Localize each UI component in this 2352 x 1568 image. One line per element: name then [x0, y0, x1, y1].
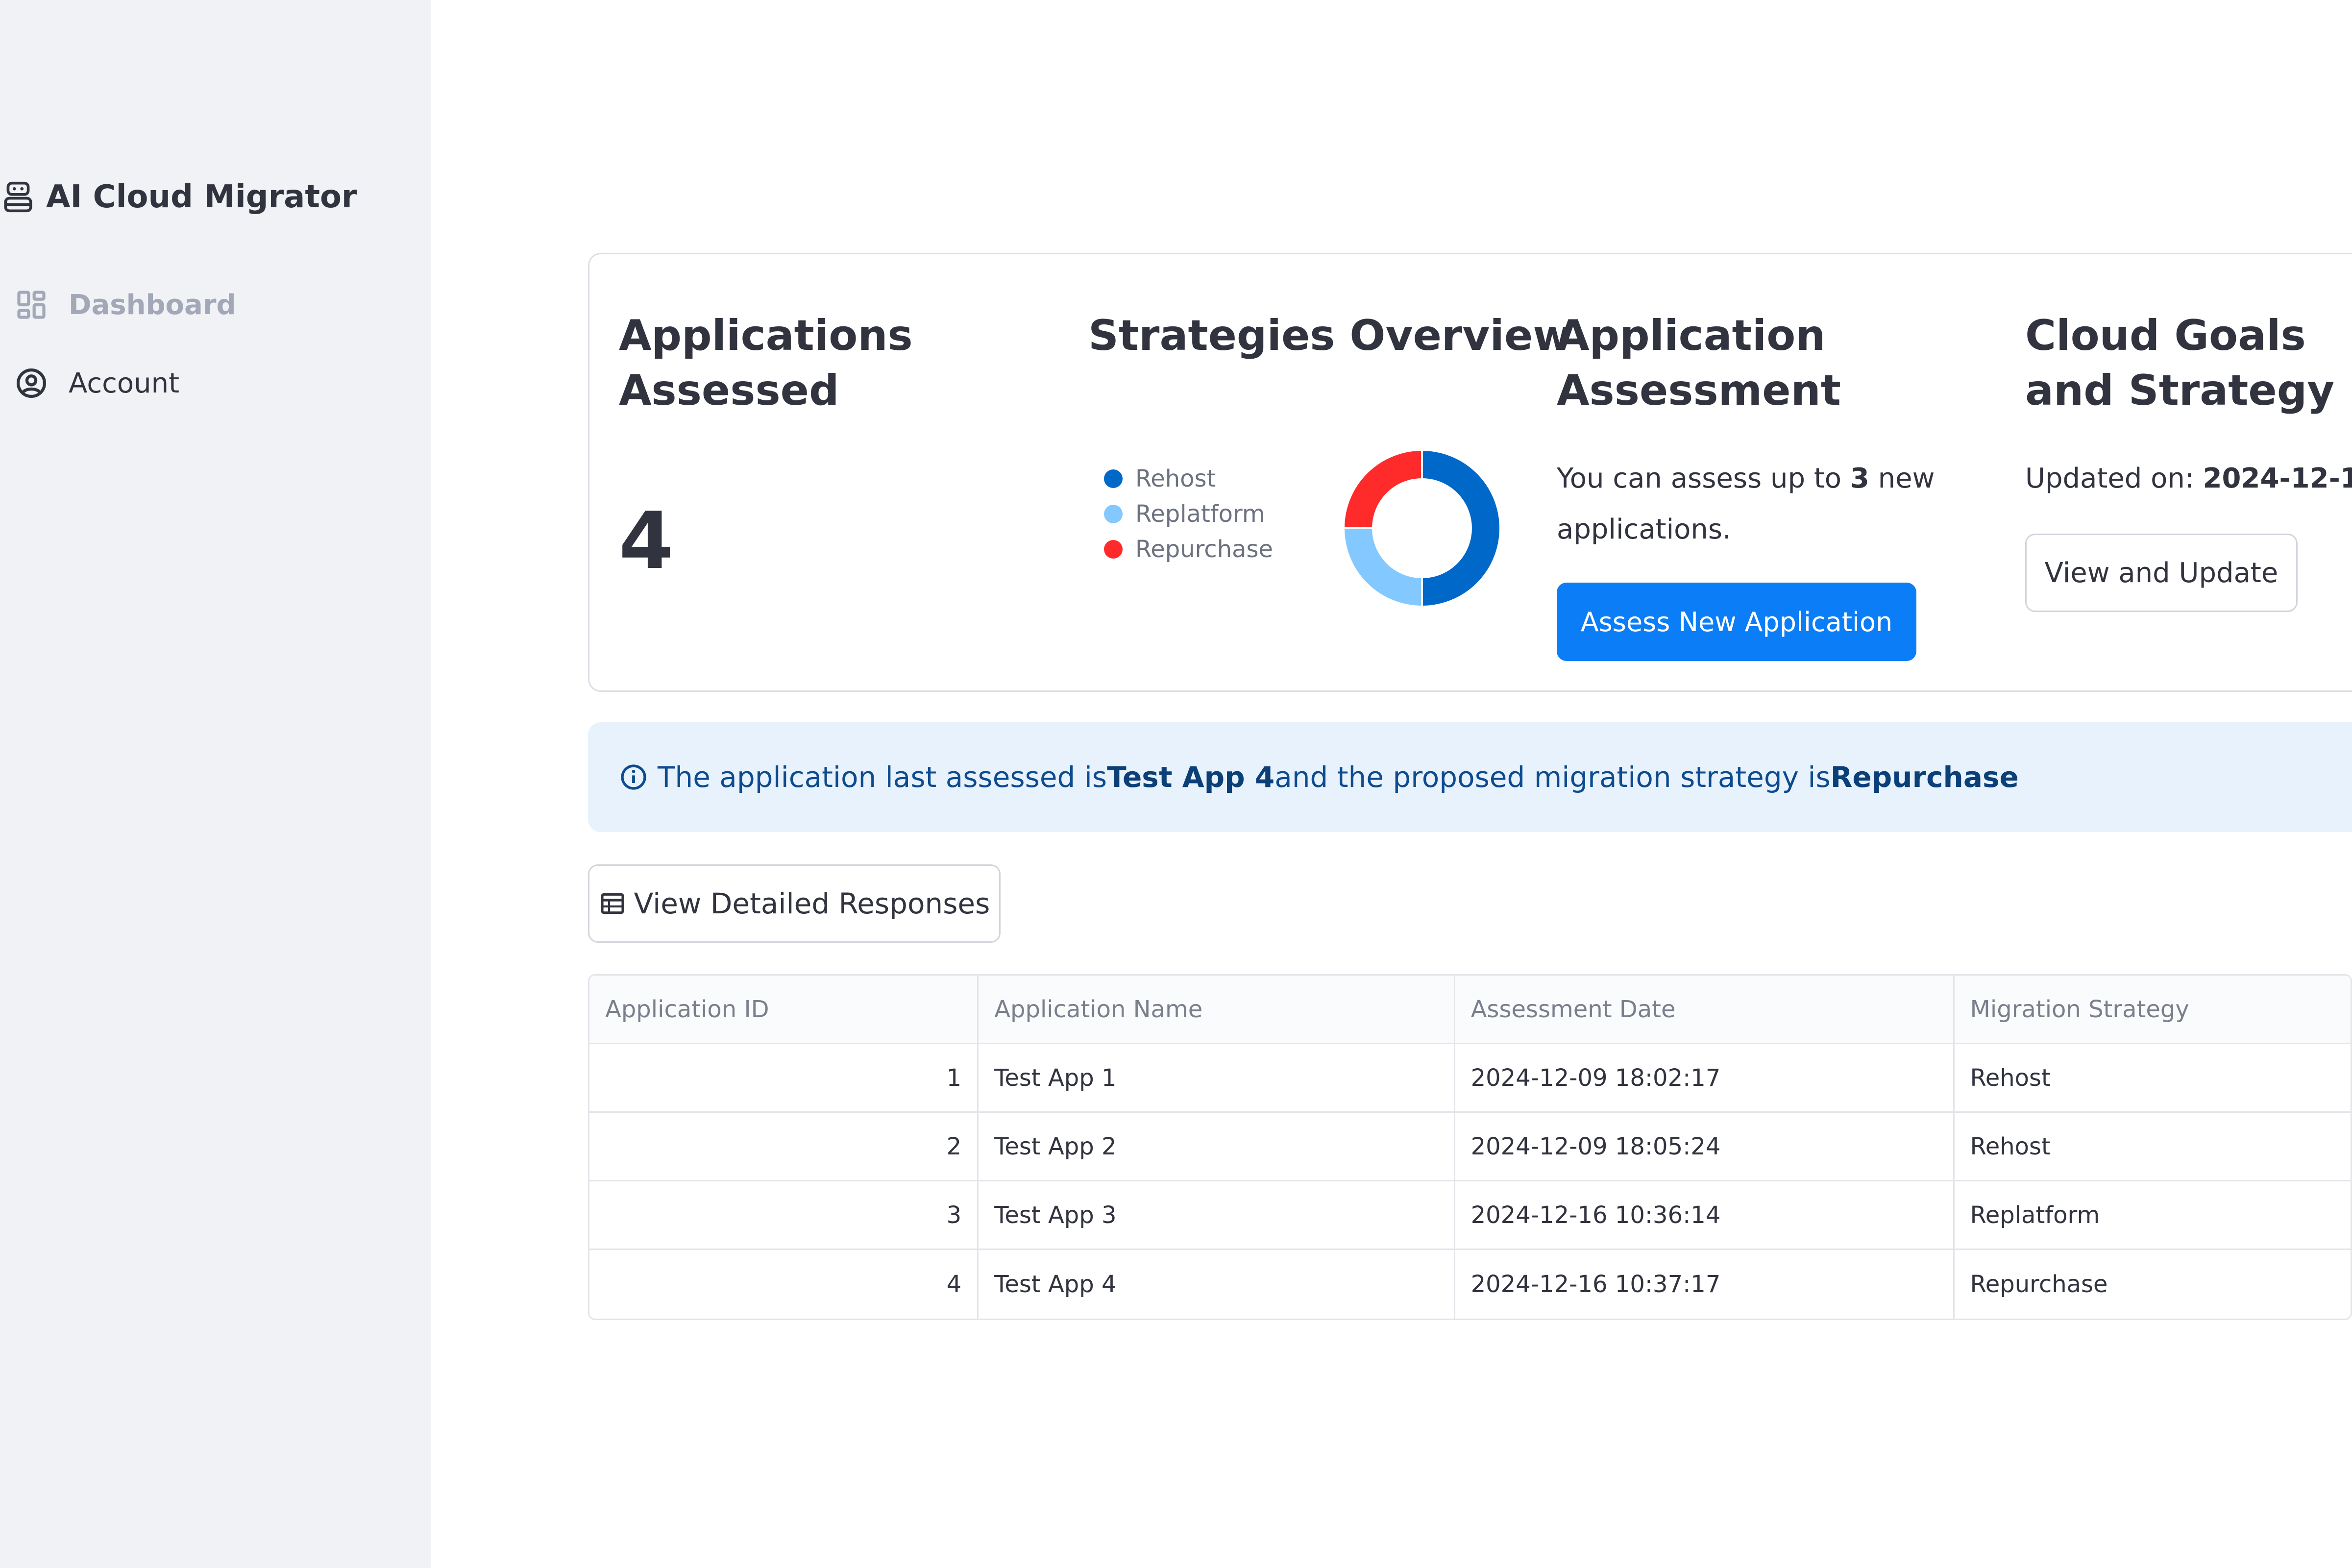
cell-migration-strategy: Rehost — [1954, 1044, 2351, 1113]
cell-application-id: 2 — [589, 1113, 979, 1181]
sidebar-item-label: Dashboard — [69, 289, 236, 321]
cloud-goals-title: Cloud Goals and Strategy — [2025, 311, 2335, 415]
table-row[interactable]: 2 Test App 2 2024-12-09 18:05:24 Rehost — [589, 1113, 2351, 1181]
cell-migration-strategy: Rehost — [1954, 1113, 2351, 1181]
strategies-donut-chart — [1342, 448, 1501, 608]
table-icon — [601, 893, 624, 914]
last-assessed-info-banner: The application last assessed is Test Ap… — [588, 722, 2352, 832]
table-row[interactable]: 3 Test App 3 2024-12-16 10:36:14 Replatf… — [589, 1181, 2351, 1250]
sidebar-item-label: Account — [69, 367, 180, 399]
cell-migration-strategy: Replatform — [1954, 1181, 2351, 1250]
table-row[interactable]: 1 Test App 1 2024-12-09 18:02:17 Rehost — [589, 1044, 2351, 1113]
legend-label: Repurchase — [1135, 536, 1274, 563]
application-assessment-title: Application Assessment — [1557, 311, 1841, 415]
view-and-update-button[interactable]: View and Update — [2025, 534, 2298, 612]
cell-application-name: Test App 2 — [979, 1113, 1455, 1181]
applications-assessed-title: Applications Assessed — [619, 311, 913, 415]
donut-slice-replatform[interactable] — [1342, 527, 1423, 608]
cell-application-id: 1 — [589, 1044, 979, 1113]
legend-swatch — [1104, 469, 1123, 488]
info-app-name: Test App 4 — [1107, 760, 1275, 794]
donut-slice-rehost[interactable] — [1421, 448, 1501, 608]
sidebar: AI Cloud Migrator Dashboard Account — [0, 0, 431, 1568]
info-text-2: and the proposed migration strategy is — [1274, 760, 1831, 794]
info-icon — [621, 764, 646, 790]
info-strategy: Repurchase — [1830, 760, 2019, 794]
column-header-application-id[interactable]: Application ID — [589, 976, 979, 1044]
cell-assessment-date: 2024-12-09 18:02:17 — [1455, 1044, 1955, 1113]
legend-item-rehost[interactable]: Rehost — [1104, 461, 1273, 496]
app-brand: AI Cloud Migrator — [3, 173, 357, 220]
assess-new-application-button[interactable]: Assess New Application — [1557, 583, 1916, 661]
cell-application-name: Test App 3 — [979, 1181, 1455, 1250]
robot-icon — [4, 181, 32, 213]
updated-date: 2024-12-16 — [2203, 463, 2352, 494]
cell-application-name: Test App 4 — [979, 1250, 1455, 1319]
legend-item-repurchase[interactable]: Repurchase — [1104, 532, 1273, 567]
cloud-goals-updated-text: Updated on: 2024-12-16 — [2025, 453, 2352, 504]
app-title: AI Cloud Migrator — [46, 179, 357, 215]
view-detailed-responses-button[interactable]: View Detailed Responses — [588, 864, 1001, 943]
cell-assessment-date: 2024-12-16 10:36:14 — [1455, 1181, 1955, 1250]
assessments-table: Application ID Application Name Assessme… — [588, 974, 2352, 1320]
table-row[interactable]: 4 Test App 4 2024-12-16 10:37:17 Repurch… — [589, 1250, 2351, 1319]
legend-label: Replatform — [1135, 500, 1265, 528]
detail-button-label: View Detailed Responses — [634, 887, 990, 920]
sidebar-item-dashboard[interactable]: Dashboard — [15, 285, 236, 324]
table-header-row: Application ID Application Name Assessme… — [589, 976, 2351, 1044]
legend-item-replatform[interactable]: Replatform — [1104, 496, 1273, 532]
column-header-application-name[interactable]: Application Name — [979, 976, 1455, 1044]
strategies-overview-title: Strategies Overview — [1088, 311, 1572, 360]
assessment-limit-value: 3 — [1850, 463, 1869, 494]
sidebar-item-account[interactable]: Account — [15, 364, 179, 403]
dashboard-icon — [17, 291, 46, 319]
cell-application-name: Test App 1 — [979, 1044, 1455, 1113]
cell-migration-strategy: Repurchase — [1970, 1271, 2108, 1298]
applications-assessed-value: 4 — [619, 495, 674, 587]
column-header-migration-strategy[interactable]: Migration Strategy — [1954, 976, 2351, 1044]
donut-slice-repurchase[interactable] — [1342, 448, 1423, 529]
metrics-card: Applications Assessed 4 Strategies Overv… — [588, 253, 2352, 692]
cell-assessment-date: 2024-12-16 10:37:17 — [1455, 1250, 1955, 1319]
cell-application-id: 4 — [589, 1250, 979, 1319]
legend-swatch — [1104, 540, 1123, 559]
assessment-limit-text: You can assess up to 3 new applications. — [1557, 453, 1944, 555]
account-circle-icon — [16, 368, 47, 398]
legend-label: Rehost — [1135, 465, 1216, 492]
cell-assessment-date: 2024-12-09 18:05:24 — [1455, 1113, 1955, 1181]
column-header-assessment-date[interactable]: Assessment Date — [1455, 976, 1955, 1044]
legend-swatch — [1104, 505, 1123, 523]
info-text-1: The application last assessed is — [658, 760, 1107, 794]
assessment-text-before: You can assess up to — [1557, 463, 1850, 494]
chart-legend: Rehost Replatform Repurchase — [1104, 461, 1273, 567]
updated-label: Updated on: — [2025, 463, 2203, 494]
cell-application-id: 3 — [589, 1181, 979, 1250]
